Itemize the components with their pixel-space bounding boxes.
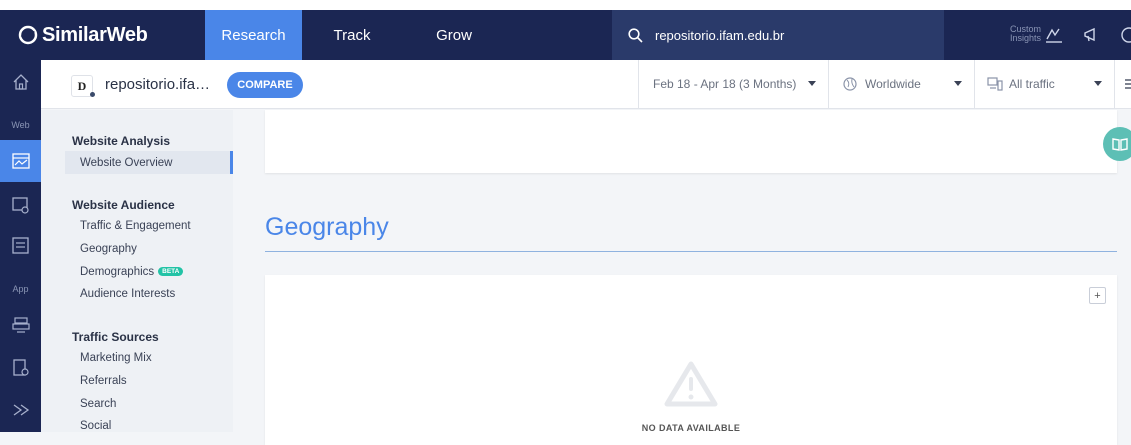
rail-label-app: App bbox=[12, 284, 29, 294]
sidebar-item-demographics[interactable]: Demographics BETA bbox=[80, 266, 184, 278]
rail-label-web: Web bbox=[11, 120, 30, 130]
rail-app-analysis[interactable] bbox=[0, 310, 41, 342]
add-to-dashboard-button[interactable]: + bbox=[1089, 287, 1106, 304]
logo-text: SimilarWeb bbox=[42, 23, 148, 46]
similarweb-logo-icon bbox=[18, 25, 38, 45]
rail-app-engagement[interactable] bbox=[0, 394, 41, 426]
chevron-down-icon bbox=[1094, 81, 1102, 86]
search-bar[interactable] bbox=[612, 10, 944, 60]
sidebar-item-demographics-label: Demographics bbox=[80, 266, 155, 278]
site-favicon-letter: D bbox=[77, 78, 87, 93]
keyword-list-icon bbox=[11, 237, 29, 254]
rail-web-keywords[interactable] bbox=[0, 230, 41, 262]
sidebar-item-referrals[interactable]: Referrals bbox=[80, 375, 127, 387]
tab-grow-label: Grow bbox=[436, 26, 472, 44]
sidebar-item-search[interactable]: Search bbox=[80, 398, 116, 410]
top-strip bbox=[0, 0, 1131, 10]
geography-card: + NO DATA AVAILABLE bbox=[265, 275, 1117, 445]
country-dropdown[interactable]: Worldwide bbox=[828, 60, 974, 108]
warning-icon bbox=[664, 361, 718, 407]
tab-research-label: Research bbox=[221, 26, 286, 44]
left-icon-rail: Web App bbox=[0, 60, 41, 432]
section-divider bbox=[265, 251, 1117, 252]
chevron-down-icon bbox=[808, 81, 816, 86]
globe-icon bbox=[843, 77, 857, 91]
rail-website-analysis[interactable] bbox=[0, 140, 41, 182]
top-navigation-bar: SimilarWeb Research Track Grow Custom In… bbox=[0, 10, 1131, 60]
tab-grow[interactable]: Grow bbox=[404, 10, 504, 60]
rail-web-search[interactable] bbox=[0, 190, 41, 222]
account-icon[interactable] bbox=[1120, 26, 1131, 44]
site-name[interactable]: repositorio.ifa… bbox=[105, 76, 210, 93]
search-input[interactable] bbox=[655, 27, 915, 43]
help-guide-button[interactable] bbox=[1103, 127, 1131, 161]
sidebar-item-audience-interests[interactable]: Audience Interests bbox=[80, 288, 175, 300]
chevron-down-icon bbox=[954, 81, 962, 86]
rail-home[interactable] bbox=[0, 66, 41, 98]
megaphone-icon[interactable] bbox=[1082, 26, 1102, 44]
website-chart-icon bbox=[11, 153, 30, 169]
overview-card bbox=[265, 110, 1117, 173]
traffic-type-dropdown[interactable]: All traffic bbox=[974, 60, 1114, 108]
custom-insights-icon[interactable] bbox=[1044, 26, 1064, 44]
date-range-dropdown[interactable]: Feb 18 - Apr 18 (3 Months) bbox=[638, 60, 828, 108]
custom-insights-label[interactable]: Custom Insights bbox=[1010, 25, 1041, 43]
traffic-device-icon bbox=[987, 77, 1003, 91]
section-sidebar: Website Analysis Website Overview Websit… bbox=[41, 110, 233, 432]
menu-icon bbox=[1125, 79, 1131, 89]
app-engagement-icon bbox=[13, 404, 29, 416]
site-subheader: D repositorio.ifa… COMPARE Feb 18 - Apr … bbox=[41, 60, 1131, 109]
web-search-icon bbox=[11, 197, 29, 214]
section-title-geography: Geography bbox=[265, 213, 389, 241]
sidebar-item-social[interactable]: Social bbox=[80, 420, 111, 432]
book-icon bbox=[1112, 138, 1128, 151]
app-stack-icon bbox=[11, 317, 30, 333]
search-icon bbox=[628, 27, 643, 43]
beta-badge: BETA bbox=[158, 267, 184, 277]
tab-research[interactable]: Research bbox=[205, 10, 302, 60]
sidebar-item-traffic-engagement[interactable]: Traffic & Engagement bbox=[80, 220, 191, 232]
sidebar-heading-traffic-sources: Traffic Sources bbox=[72, 330, 159, 344]
sidebar-item-website-overview[interactable]: Website Overview bbox=[80, 157, 172, 169]
tab-track[interactable]: Track bbox=[302, 10, 402, 60]
country-value: Worldwide bbox=[865, 77, 921, 91]
site-status-dot bbox=[90, 92, 95, 97]
similarweb-logo[interactable]: SimilarWeb bbox=[18, 10, 148, 60]
traffic-type-value: All traffic bbox=[1009, 77, 1055, 91]
more-menu-button[interactable] bbox=[1114, 60, 1131, 108]
rail-app-search[interactable] bbox=[0, 352, 41, 384]
date-range-value: Feb 18 - Apr 18 (3 Months) bbox=[653, 77, 797, 91]
sidebar-heading-website-audience: Website Audience bbox=[72, 198, 175, 212]
sidebar-heading-website-analysis: Website Analysis bbox=[72, 134, 171, 148]
tab-track-label: Track bbox=[333, 26, 371, 44]
custom-insights-line-2: Insights bbox=[1010, 33, 1042, 43]
compare-button[interactable]: COMPARE bbox=[227, 72, 303, 98]
sidebar-item-marketing-mix[interactable]: Marketing Mix bbox=[80, 352, 152, 364]
home-icon bbox=[13, 74, 28, 90]
app-search-icon bbox=[12, 359, 29, 376]
sidebar-item-geography[interactable]: Geography bbox=[80, 243, 137, 255]
